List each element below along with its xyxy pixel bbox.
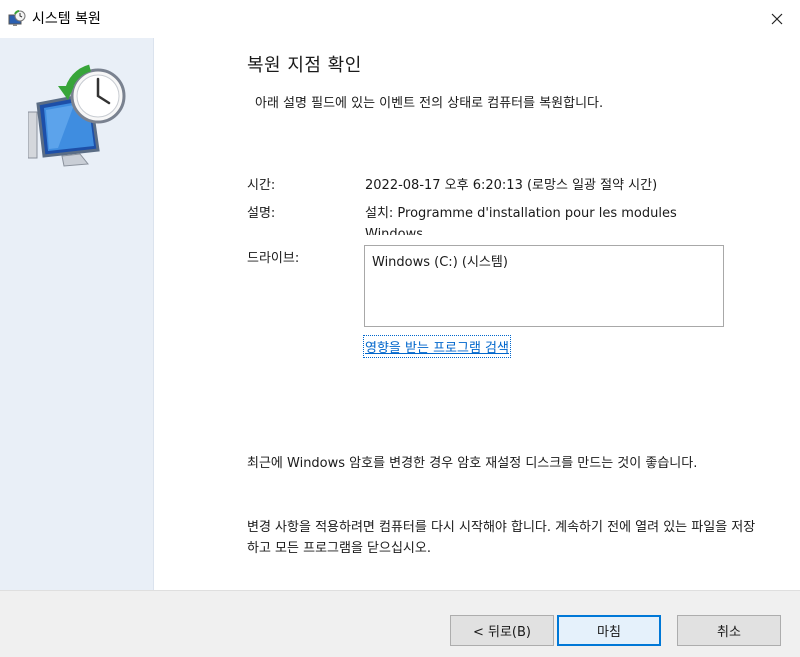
cancel-button[interactable]: 취소 <box>677 615 781 646</box>
system-restore-icon <box>8 10 26 26</box>
description-label: 설명: <box>247 206 276 221</box>
side-panel <box>0 38 154 590</box>
window-title: 시스템 복원 <box>32 11 101 27</box>
drive-list-item[interactable]: Windows (C:) (시스템) <box>372 255 508 270</box>
time-label: 시간: <box>247 178 276 193</box>
system-restore-icon <box>28 64 126 167</box>
window-edge <box>794 38 800 590</box>
footer-bar: < 뒤로(B) 마침 취소 <box>0 590 800 657</box>
time-value: 2022-08-17 오후 6:20:13 (로망스 일광 절약 시간) <box>365 178 658 193</box>
password-reset-note: 최근에 Windows 암호를 변경한 경우 암호 재설정 디스크를 만드는 것… <box>247 456 698 471</box>
close-button[interactable] <box>754 0 800 38</box>
system-restore-window: 시스템 복원 복원 지점 확인 아래 설명 필드에 있는 이벤트 전의 상태로 … <box>0 0 800 657</box>
page-subtitle: 아래 설명 필드에 있는 이벤트 전의 상태로 컴퓨터를 복원합니다. <box>255 96 604 111</box>
drive-label: 드라이브: <box>247 251 300 266</box>
title-bar[interactable]: 시스템 복원 <box>0 0 800 38</box>
restart-note: 변경 사항을 적용하려면 컴퓨터를 다시 시작해야 합니다. 계속하기 전에 열… <box>247 520 756 556</box>
scan-affected-programs-link[interactable]: 영향을 받는 프로그램 검색 <box>363 335 511 358</box>
back-button[interactable]: < 뒤로(B) <box>450 615 554 646</box>
page-title: 복원 지점 확인 <box>247 55 362 76</box>
description-value: 설치: Programme d'installation pour les mo… <box>365 206 677 235</box>
close-icon <box>771 13 783 25</box>
drive-list[interactable]: Windows (C:) (시스템) <box>364 245 724 327</box>
content-area: 복원 지점 확인 아래 설명 필드에 있는 이벤트 전의 상태로 컴퓨터를 복원… <box>154 38 794 590</box>
finish-button[interactable]: 마침 <box>557 615 661 646</box>
